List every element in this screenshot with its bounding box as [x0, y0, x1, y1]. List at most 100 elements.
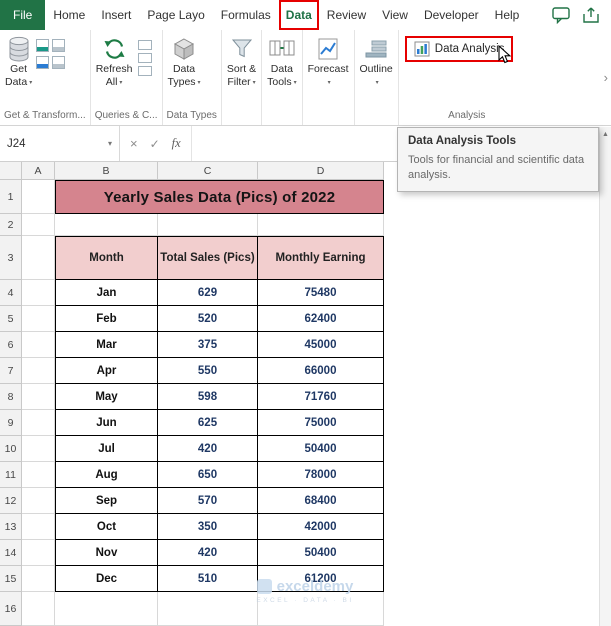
sort-filter-button[interactable]: Sort & Filter: [224, 32, 259, 88]
cell-a15[interactable]: [22, 566, 55, 592]
row-header-2[interactable]: 2: [0, 214, 22, 236]
get-data-button[interactable]: Get Data: [2, 32, 35, 88]
outline-button[interactable]: Outline: [357, 32, 396, 88]
row-header-12[interactable]: 12: [0, 488, 22, 514]
cell-month-8[interactable]: Sep: [55, 488, 158, 514]
cell-a14[interactable]: [22, 540, 55, 566]
cell-total-sales-7[interactable]: 650: [158, 462, 258, 488]
edit-links-icon[interactable]: [138, 66, 153, 76]
cell-monthly-earning-1[interactable]: 62400: [258, 306, 384, 332]
row-header-14[interactable]: 14: [0, 540, 22, 566]
insert-function-icon[interactable]: fx: [172, 136, 181, 151]
tab-data[interactable]: Data: [278, 0, 319, 30]
data-types-button[interactable]: Data Types: [165, 32, 204, 88]
cell-month-9[interactable]: Oct: [55, 514, 158, 540]
cell-total-sales-10[interactable]: 420: [158, 540, 258, 566]
column-header-d[interactable]: D: [258, 162, 384, 180]
cell-empty-r16-c0[interactable]: [22, 592, 55, 626]
cell-month-4[interactable]: May: [55, 384, 158, 410]
cell-monthly-earning-10[interactable]: 50400: [258, 540, 384, 566]
cell-empty-r2-c2[interactable]: [158, 214, 258, 236]
column-header-c[interactable]: C: [158, 162, 258, 180]
tab-insert[interactable]: Insert: [93, 0, 139, 30]
cell-monthly-earning-11[interactable]: 61200: [258, 566, 384, 592]
name-box-dropdown-icon[interactable]: ▾: [108, 139, 112, 148]
row-header-3[interactable]: 3: [0, 236, 22, 280]
tab-help[interactable]: Help: [487, 0, 528, 30]
row-header-6[interactable]: 6: [0, 332, 22, 358]
tab-home[interactable]: Home: [45, 0, 93, 30]
cell-a3[interactable]: [22, 236, 55, 280]
tab-review[interactable]: Review: [319, 0, 374, 30]
cell-total-sales-8[interactable]: 570: [158, 488, 258, 514]
comment-button[interactable]: [551, 6, 571, 24]
cell-total-sales-6[interactable]: 420: [158, 436, 258, 462]
cell-empty-r2-c3[interactable]: [258, 214, 384, 236]
column-header-a[interactable]: A: [22, 162, 55, 180]
cell-month-0[interactable]: Jan: [55, 280, 158, 306]
row-header-11[interactable]: 11: [0, 462, 22, 488]
queries-connections-icon[interactable]: [138, 40, 153, 50]
cell-monthly-earning-5[interactable]: 75000: [258, 410, 384, 436]
tab-file[interactable]: File: [0, 0, 46, 30]
cell-a9[interactable]: [22, 410, 55, 436]
share-button[interactable]: [581, 6, 601, 24]
cell-month-2[interactable]: Mar: [55, 332, 158, 358]
cell-total-sales-9[interactable]: 350: [158, 514, 258, 540]
cell-a13[interactable]: [22, 514, 55, 540]
enter-icon[interactable]: ✓: [150, 137, 160, 151]
recent-sources-icon[interactable]: [52, 39, 66, 52]
row-header-16[interactable]: 16: [0, 592, 22, 626]
sheet-title-cell[interactable]: Yearly Sales Data (Pics) of 2022: [55, 180, 384, 214]
cell-empty-r16-c3[interactable]: [258, 592, 384, 626]
scroll-up-icon[interactable]: ▲: [600, 127, 611, 138]
row-header-7[interactable]: 7: [0, 358, 22, 384]
cell-monthly-earning-0[interactable]: 75480: [258, 280, 384, 306]
cell-month-10[interactable]: Nov: [55, 540, 158, 566]
row-header-10[interactable]: 10: [0, 436, 22, 462]
row-header-5[interactable]: 5: [0, 306, 22, 332]
row-header-8[interactable]: 8: [0, 384, 22, 410]
cell-total-sales-4[interactable]: 598: [158, 384, 258, 410]
cell-monthly-earning-8[interactable]: 68400: [258, 488, 384, 514]
cell-empty-r2-c0[interactable]: [22, 214, 55, 236]
from-web-icon[interactable]: [36, 56, 50, 69]
cell-month-1[interactable]: Feb: [55, 306, 158, 332]
cell-month-11[interactable]: Dec: [55, 566, 158, 592]
cell-total-sales-5[interactable]: 625: [158, 410, 258, 436]
cell-month-7[interactable]: Aug: [55, 462, 158, 488]
row-header-4[interactable]: 4: [0, 280, 22, 306]
row-header-9[interactable]: 9: [0, 410, 22, 436]
cell-a8[interactable]: [22, 384, 55, 410]
vertical-scrollbar[interactable]: ▲: [599, 127, 611, 626]
row-header-15[interactable]: 15: [0, 566, 22, 592]
data-tools-button[interactable]: Data Tools: [264, 32, 300, 88]
cell-monthly-earning-2[interactable]: 45000: [258, 332, 384, 358]
cell-total-sales-3[interactable]: 550: [158, 358, 258, 384]
cell-a10[interactable]: [22, 436, 55, 462]
cell-monthly-earning-4[interactable]: 71760: [258, 384, 384, 410]
cell-empty-r16-c2[interactable]: [158, 592, 258, 626]
properties-icon[interactable]: [138, 53, 153, 63]
cell-empty-r16-c1[interactable]: [55, 592, 158, 626]
cell-a6[interactable]: [22, 332, 55, 358]
cell-monthly-earning-7[interactable]: 78000: [258, 462, 384, 488]
refresh-all-button[interactable]: Refresh All: [93, 32, 136, 88]
header-cell-monthly-earning[interactable]: Monthly Earning: [258, 236, 384, 280]
cell-month-6[interactable]: Jul: [55, 436, 158, 462]
name-box[interactable]: J24 ▾: [0, 126, 120, 161]
cell-month-3[interactable]: Apr: [55, 358, 158, 384]
cell-total-sales-1[interactable]: 520: [158, 306, 258, 332]
cell-a4[interactable]: [22, 280, 55, 306]
column-header-b[interactable]: B: [55, 162, 158, 180]
from-text-csv-icon[interactable]: [36, 39, 50, 52]
cell-month-5[interactable]: Jun: [55, 410, 158, 436]
select-all-corner[interactable]: [0, 162, 22, 180]
forecast-button[interactable]: Forecast: [305, 32, 352, 88]
header-cell-total-sales[interactable]: Total Sales (Pics): [158, 236, 258, 280]
cell-a7[interactable]: [22, 358, 55, 384]
cell-empty-r2-c1[interactable]: [55, 214, 158, 236]
cancel-icon[interactable]: ×: [130, 136, 138, 151]
tab-view[interactable]: View: [374, 0, 416, 30]
cell-monthly-earning-9[interactable]: 42000: [258, 514, 384, 540]
